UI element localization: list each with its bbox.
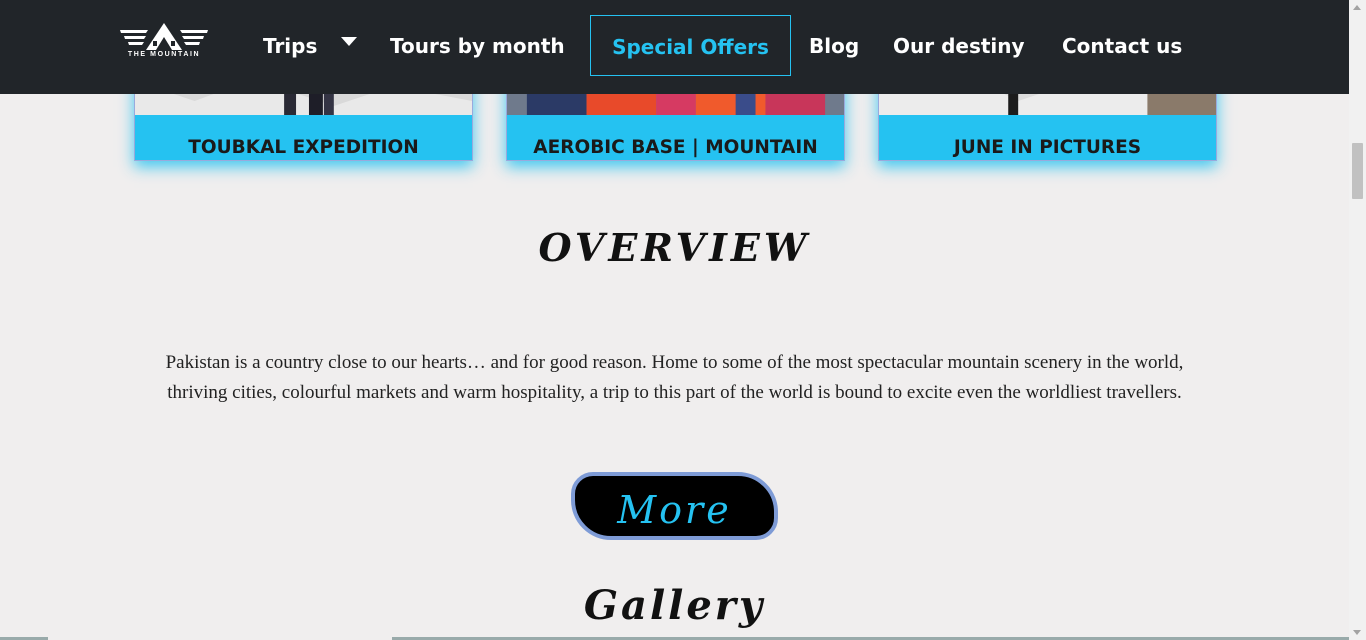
nav-trips[interactable]: Trips xyxy=(263,34,317,58)
card-title[interactable]: JUNE IN PICTURES xyxy=(879,133,1216,160)
nav-our-destiny[interactable]: Our destiny xyxy=(893,34,1025,58)
more-button[interactable]: More xyxy=(571,472,778,540)
more-button-label: More xyxy=(617,488,732,532)
gallery-heading: Gallery xyxy=(583,582,766,629)
nav-contact-us[interactable]: Contact us xyxy=(1062,34,1182,58)
nav-special-offers-label: Special Offers xyxy=(612,35,769,59)
nav-special-offers[interactable]: Special Offers xyxy=(590,15,791,76)
scroll-down-arrow-icon[interactable] xyxy=(1353,630,1361,635)
overview-paragraph: Pakistan is a country close to our heart… xyxy=(165,352,1184,403)
nav-tours-by-month[interactable]: Tours by month xyxy=(390,34,565,58)
scroll-up-arrow-icon[interactable] xyxy=(1353,5,1361,10)
nav-blog[interactable]: Blog xyxy=(809,34,859,58)
page-scrollbar[interactable] xyxy=(1349,0,1366,640)
scrollbar-thumb[interactable] xyxy=(1352,143,1363,199)
card-title[interactable]: AEROBIC BASE | MOUNTAIN TRAINING xyxy=(507,133,844,160)
card-title[interactable]: TOUBKAL EXPEDITION REPORT 2023 xyxy=(135,133,472,160)
card-label: JUNE IN PICTURES xyxy=(879,115,1216,160)
overview-heading: OVERVIEW xyxy=(538,225,811,270)
chevron-down-icon[interactable] xyxy=(341,37,357,46)
navbar: THE MOUNTAIN Trips Tours by month Specia… xyxy=(0,0,1349,94)
card-label: TOUBKAL EXPEDITION REPORT 2023 xyxy=(135,115,472,160)
card-label: AEROBIC BASE | MOUNTAIN TRAINING xyxy=(507,115,844,160)
brand-name: THE MOUNTAIN xyxy=(127,51,201,58)
